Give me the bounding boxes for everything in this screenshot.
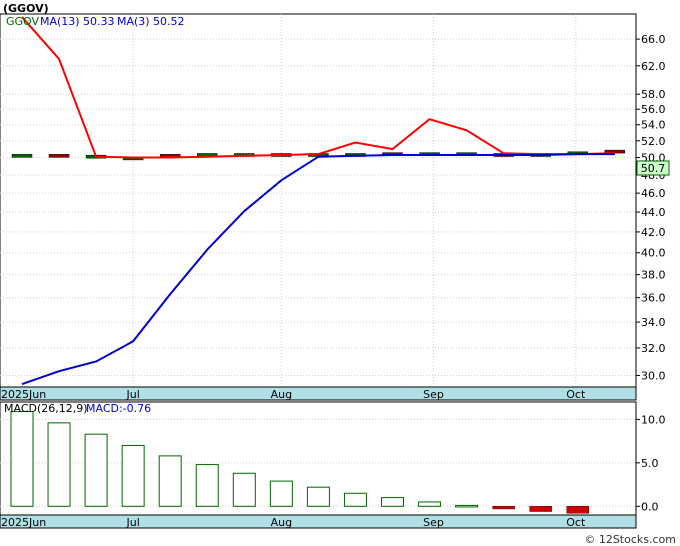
price-y-tick-label: 40.0 [641, 247, 666, 260]
price-y-tick-label: 66.0 [641, 33, 666, 46]
price-x-tick-label: Sep [423, 388, 444, 401]
price-x-tick-label: Jul [126, 388, 140, 401]
macd-bar [343, 492, 367, 507]
macd-bar [418, 501, 442, 507]
price-x-axis-strip [0, 386, 637, 401]
last-price-label: 50.7 [641, 162, 666, 175]
macd-bar [158, 455, 182, 507]
watermark: © 12Stocks.com [584, 533, 676, 546]
macd-x-tick-label: 2025Jun [1, 516, 46, 529]
price-y-tick-label: 52.0 [641, 135, 666, 148]
price-panel [0, 13, 637, 388]
legend-ma13-label: MA(13) [40, 15, 80, 28]
macd-bar [121, 444, 145, 507]
price-y-tick-label: 38.0 [641, 269, 666, 282]
price-x-tick-label: Oct [566, 388, 586, 401]
price-x-tick-label: Aug [271, 388, 292, 401]
macd-x-tick-label: Jul [126, 516, 140, 529]
macd-bar [232, 472, 256, 507]
legend-ma3-label: MA(3) [117, 15, 150, 28]
price-y-tick-label: 54.0 [641, 119, 666, 132]
macd-y-tick-label: 0.0 [641, 500, 659, 513]
macd-y-tick-label: 10.0 [641, 413, 666, 426]
price-y-tick-label: 32.0 [641, 342, 666, 355]
macd-x-axis-strip [0, 514, 637, 529]
macd-bar [566, 506, 589, 514]
macd-bar [455, 504, 479, 508]
macd-bar [529, 506, 552, 512]
macd-bar [84, 433, 108, 507]
macd-bar [47, 422, 71, 507]
price-y-tick-label: 36.0 [641, 292, 666, 305]
price-y-tick-label: 30.0 [641, 369, 666, 382]
price-y-tick-label: 62.0 [641, 60, 666, 73]
price-y-tick-label: 58.0 [641, 88, 666, 101]
macd-bar [306, 486, 330, 507]
macd-bar [492, 506, 515, 510]
macd-legend-label: MACD(26,12,9) [4, 402, 88, 415]
price-x-tick-label: 2025Jun [1, 388, 46, 401]
macd-legend-value: MACD:-0.76 [86, 402, 151, 415]
price-y-axis: 30.032.034.036.038.040.042.044.046.048.0… [636, 33, 666, 382]
macd-bar [10, 411, 34, 507]
chart-title: (GGOV) [3, 2, 49, 15]
macd-y-axis: 0.0 5.0 10.0 [636, 413, 666, 513]
price-y-tick-label: 42.0 [641, 226, 666, 239]
legend-ma3-value: 50.52 [153, 15, 185, 28]
price-y-tick-label: 56.0 [641, 103, 666, 116]
price-y-tick-label: 34.0 [641, 316, 666, 329]
macd-bar [381, 497, 404, 507]
macd-x-tick-label: Aug [271, 516, 292, 529]
price-candle [48, 154, 70, 158]
stock-chart: (GGOV) 30.0 32.0 34.0 36.0 38.0 40.0 42.0 44.0 4… [0, 2, 676, 546]
macd-bar [269, 480, 293, 507]
macd-bar [195, 464, 219, 507]
macd-y-tick-label: 5.0 [641, 457, 659, 470]
price-candle [11, 154, 33, 158]
legend-ticker: GGOV [6, 15, 40, 28]
price-y-tick-label: 46.0 [641, 187, 666, 200]
price-y-tick-label: 44.0 [641, 206, 666, 219]
legend-ma13-value: 50.33 [83, 15, 115, 28]
macd-x-tick-label: Sep [423, 516, 444, 529]
macd-x-tick-label: Oct [566, 516, 586, 529]
